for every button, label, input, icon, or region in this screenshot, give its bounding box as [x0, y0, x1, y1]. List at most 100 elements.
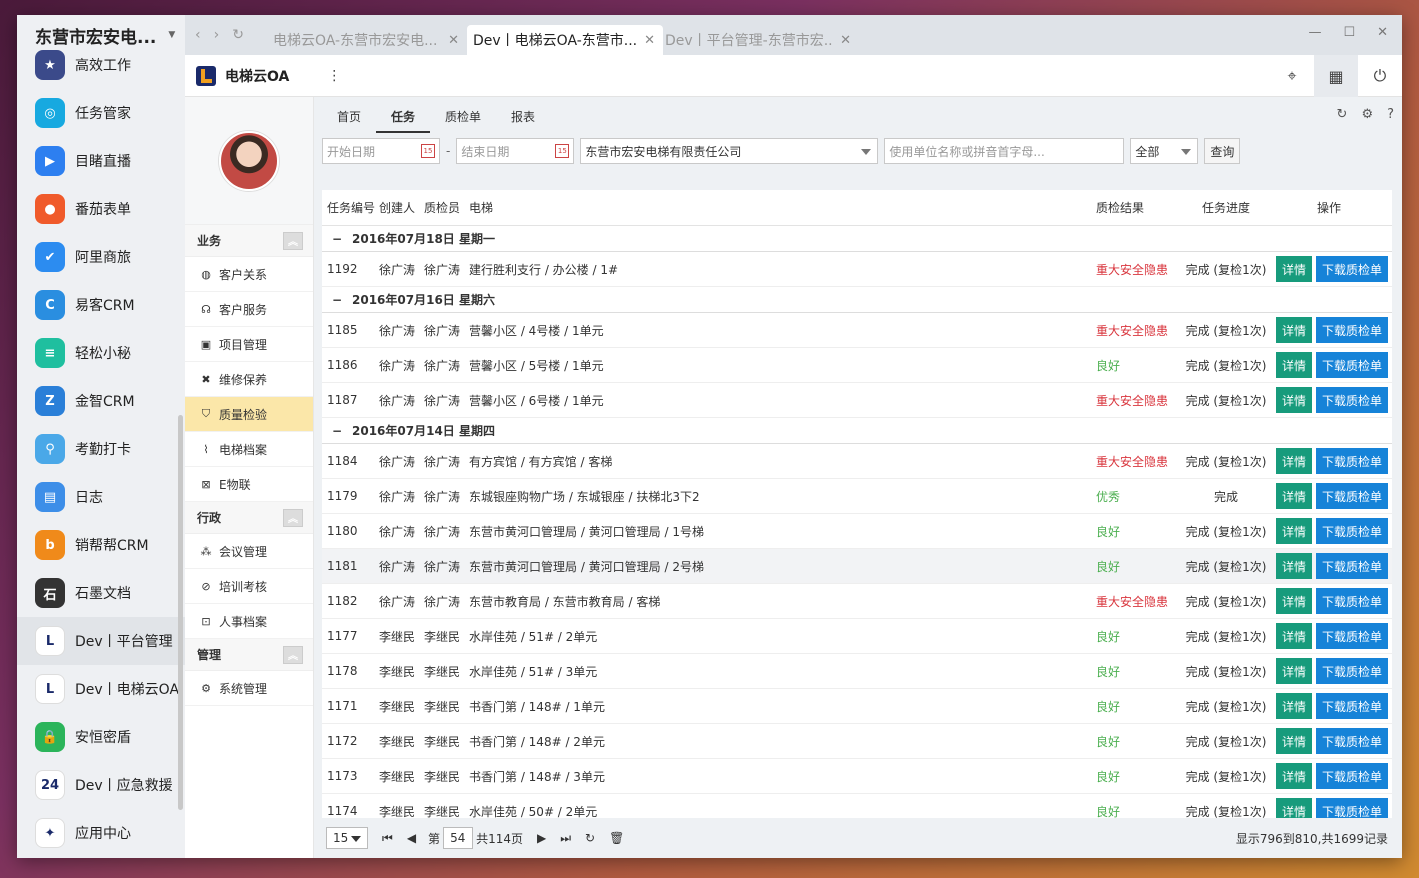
close-icon[interactable]: ✕: [448, 33, 459, 48]
app-item[interactable]: b 销帮帮CRM: [17, 521, 185, 569]
minimize-icon[interactable]: —: [1308, 25, 1321, 40]
close-window-icon[interactable]: ✕: [1377, 25, 1388, 40]
app-item[interactable]: 24 Dev丨应急救援: [17, 761, 185, 809]
tab-reports[interactable]: 报表: [496, 108, 550, 133]
app-item[interactable]: L Dev丨电梯云OA: [17, 665, 185, 713]
table-row[interactable]: 1177 李继民 李继民 水岸佳苑 / 51# / 2单元 良好 完成 (复检1次) 详情下…: [322, 619, 1392, 654]
power-icon[interactable]: ⏻: [1358, 55, 1402, 97]
detail-button[interactable]: 详情: [1276, 798, 1312, 818]
close-icon[interactable]: ✕: [644, 33, 655, 48]
detail-button[interactable]: 详情: [1276, 317, 1312, 343]
app-item[interactable]: ≡ 轻松小秘: [17, 329, 185, 377]
back-icon[interactable]: ‹: [195, 27, 201, 43]
scope-select[interactable]: 全部: [1130, 138, 1199, 164]
download-sheet-button[interactable]: 下载质检单: [1316, 693, 1388, 719]
app-item[interactable]: ▶ 目睹直播: [17, 137, 185, 185]
detail-button[interactable]: 详情: [1276, 448, 1312, 474]
menu-item[interactable]: ⁂ 会议管理: [185, 534, 313, 569]
maximize-icon[interactable]: ☐: [1343, 25, 1355, 40]
trash-icon[interactable]: 🗑: [609, 831, 624, 845]
date-group-row[interactable]: −2016年07月14日 星期四: [322, 418, 1392, 444]
company-select[interactable]: 东营市宏安电梯有限责任公司: [580, 138, 879, 164]
app-item[interactable]: C 易客CRM: [17, 281, 185, 329]
menu-item[interactable]: ⊠ E物联: [185, 467, 313, 502]
detail-button[interactable]: 详情: [1276, 623, 1312, 649]
calendar-icon[interactable]: 15: [421, 144, 435, 158]
download-sheet-button[interactable]: 下载质检单: [1316, 317, 1388, 343]
table-row[interactable]: 1185 徐广涛 徐广涛 营馨小区 / 4号楼 / 1单元 重大安全隐患 完成 (复检1次…: [322, 313, 1392, 348]
menu-item[interactable]: ⚙ 系统管理: [185, 671, 313, 706]
refresh-icon[interactable]: ↻: [1337, 107, 1348, 122]
download-sheet-button[interactable]: 下载质检单: [1316, 256, 1388, 282]
map-icon[interactable]: ⌖: [1270, 55, 1314, 97]
browser-tab-1[interactable]: 电梯云OA-东营市宏安电... ✕: [271, 25, 467, 55]
forward-icon[interactable]: ›: [214, 27, 220, 43]
menu-item[interactable]: ⛉ 质量检验: [185, 397, 313, 432]
detail-button[interactable]: 详情: [1276, 553, 1312, 579]
detail-button[interactable]: 详情: [1276, 728, 1312, 754]
menu-item[interactable]: ⌇ 电梯档案: [185, 432, 313, 467]
col-task-id[interactable]: 任务编号: [322, 199, 379, 216]
app-item[interactable]: 🔒 安恒密盾: [17, 713, 185, 761]
app-item[interactable]: ● 番茄表单: [17, 185, 185, 233]
browser-tab-2[interactable]: Dev丨电梯云OA-东营市... ✕: [467, 25, 663, 55]
table-row[interactable]: 1182 徐广涛 徐广涛 东营市教育局 / 东营市教育局 / 客梯 重大安全隐患 完成 (…: [322, 584, 1392, 619]
tab-home[interactable]: 首页: [322, 108, 376, 133]
download-sheet-button[interactable]: 下载质检单: [1316, 728, 1388, 754]
detail-button[interactable]: 详情: [1276, 387, 1312, 413]
menu-item[interactable]: ⊡ 人事档案: [185, 604, 313, 639]
first-page-icon[interactable]: ⏮: [382, 831, 393, 846]
gear-icon[interactable]: ⚙: [1361, 107, 1373, 122]
app-item[interactable]: ⚲ 考勤打卡: [17, 425, 185, 473]
query-button[interactable]: 查询: [1204, 138, 1241, 164]
start-date-input[interactable]: 开始日期 15: [322, 138, 440, 164]
detail-button[interactable]: 详情: [1276, 763, 1312, 789]
end-date-input[interactable]: 结束日期 15: [456, 138, 575, 164]
table-row[interactable]: 1184 徐广涛 徐广涛 有方宾馆 / 有方宾馆 / 客梯 重大安全隐患 完成 (复检1次…: [322, 444, 1392, 479]
app-item[interactable]: ✔ 阿里商旅: [17, 233, 185, 281]
table-row[interactable]: 1181 徐广涛 徐广涛 东营市黄河口管理局 / 黄河口管理局 / 2号梯 良好 完成 (…: [322, 549, 1392, 584]
menu-group-header[interactable]: 行政 ︽: [185, 502, 313, 534]
col-inspector[interactable]: 质检员: [424, 199, 469, 216]
table-row[interactable]: 1180 徐广涛 徐广涛 东营市黄河口管理局 / 黄河口管理局 / 1号梯 良好 完成 (…: [322, 514, 1392, 549]
table-row[interactable]: 1171 李继民 李继民 书香门第 / 148# / 1单元 良好 完成 (复检1次) 详情…: [322, 689, 1392, 724]
date-group-row[interactable]: −2016年07月18日 星期一: [322, 226, 1392, 252]
reload-icon[interactable]: ↻: [585, 831, 595, 845]
download-sheet-button[interactable]: 下载质检单: [1316, 588, 1388, 614]
table-row[interactable]: 1172 李继民 李继民 书香门第 / 148# / 2单元 良好 完成 (复检1次) 详情…: [322, 724, 1392, 759]
page-number-input[interactable]: 54: [443, 827, 474, 849]
download-sheet-button[interactable]: 下载质检单: [1316, 387, 1388, 413]
col-progress[interactable]: 任务进度: [1178, 199, 1274, 216]
download-sheet-button[interactable]: 下载质检单: [1316, 448, 1388, 474]
app-item[interactable]: Z 金智CRM: [17, 377, 185, 425]
collapse-icon[interactable]: ︽: [283, 231, 303, 250]
detail-button[interactable]: 详情: [1276, 588, 1312, 614]
menu-item[interactable]: ☊ 客户服务: [185, 292, 313, 327]
col-creator[interactable]: 创建人: [379, 199, 424, 216]
detail-button[interactable]: 详情: [1276, 658, 1312, 684]
page-size-select[interactable]: 15: [326, 827, 368, 849]
download-sheet-button[interactable]: 下载质检单: [1316, 352, 1388, 378]
table-row[interactable]: 1187 徐广涛 徐广涛 营馨小区 / 6号楼 / 1单元 重大安全隐患 完成 (复检1次…: [322, 383, 1392, 418]
table-row[interactable]: 1173 李继民 李继民 书香门第 / 148# / 3单元 良好 完成 (复检1次) 详情…: [322, 759, 1392, 794]
menu-item[interactable]: ▣ 项目管理: [185, 327, 313, 362]
app-item[interactable]: ◎ 任务管家: [17, 89, 185, 137]
collapse-icon[interactable]: ︽: [283, 645, 303, 664]
avatar[interactable]: [219, 130, 279, 191]
app-item[interactable]: ★ 高效工作: [17, 41, 185, 89]
download-sheet-button[interactable]: 下载质检单: [1316, 798, 1388, 818]
prev-page-icon[interactable]: ◀: [407, 831, 416, 845]
table-row[interactable]: 1192 徐广涛 徐广涛 建行胜利支行 / 办公楼 / 1# 重大安全隐患 完成 (复检1…: [322, 252, 1392, 287]
collapse-icon[interactable]: −: [322, 232, 352, 246]
detail-button[interactable]: 详情: [1276, 352, 1312, 378]
download-sheet-button[interactable]: 下载质检单: [1316, 763, 1388, 789]
menu-group-header[interactable]: 业务 ︽: [185, 225, 313, 257]
detail-button[interactable]: 详情: [1276, 518, 1312, 544]
unit-search-input[interactable]: 使用单位名称或拼音首字母...: [884, 138, 1125, 164]
download-sheet-button[interactable]: 下载质检单: [1316, 658, 1388, 684]
download-sheet-button[interactable]: 下载质检单: [1316, 553, 1388, 579]
calendar-icon[interactable]: 15: [555, 144, 570, 158]
detail-button[interactable]: 详情: [1276, 483, 1312, 509]
table-row[interactable]: 1178 李继民 李继民 水岸佳苑 / 51# / 3单元 良好 完成 (复检1次) 详情下…: [322, 654, 1392, 689]
grid-icon[interactable]: ▦: [1314, 55, 1358, 97]
